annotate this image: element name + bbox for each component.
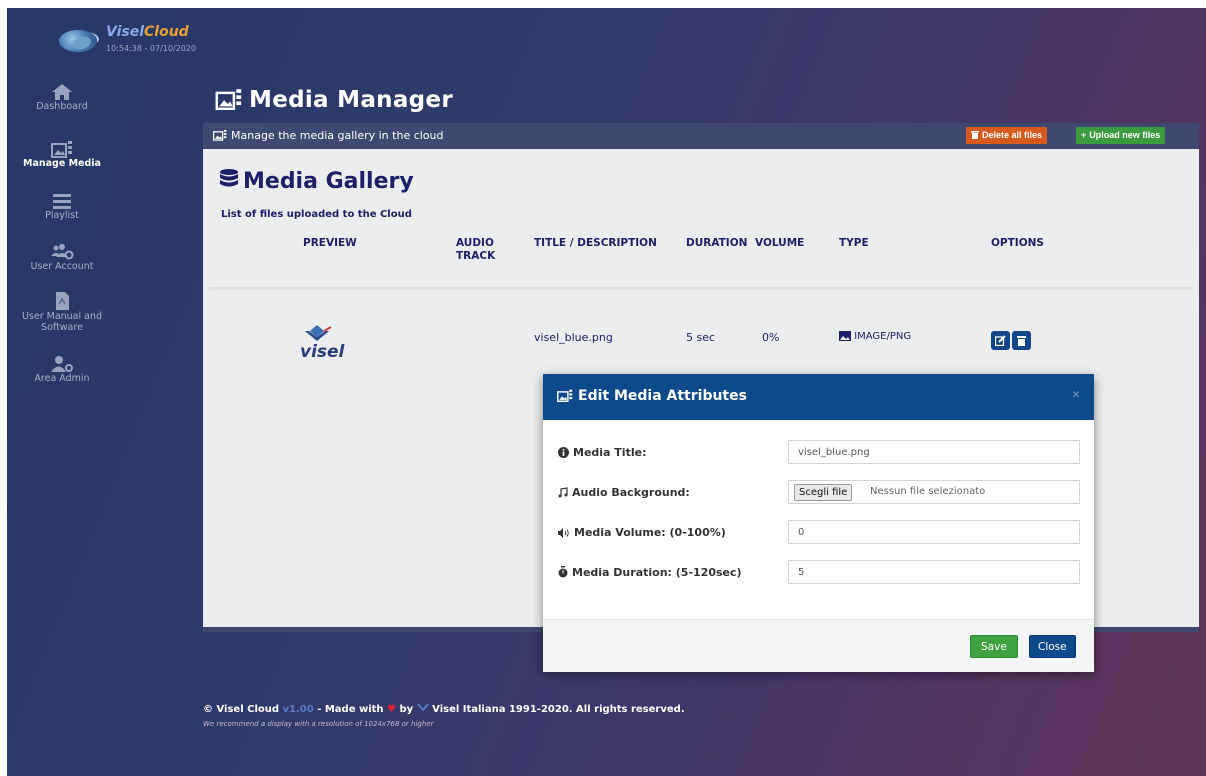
brand-name-part2: Cloud [144, 24, 189, 40]
svg-text:visel: visel [300, 342, 345, 362]
footer-prefix: © Visel Cloud [203, 704, 280, 715]
sidebar-item-user-account[interactable]: User Account [7, 243, 117, 272]
sidebar-item-label: User Account [30, 261, 94, 272]
media-type-cell: IMAGE/PNG [839, 331, 911, 342]
sidebar-item-label: Dashboard [36, 101, 88, 112]
sidebar-item-area-admin[interactable]: Area Admin [7, 355, 117, 384]
gallery-title-text: Media Gallery [243, 169, 414, 194]
footer-company: Visel Italiana 1991-2020. All rights res… [432, 704, 685, 715]
toolbar-description-text: Manage the media gallery in the cloud [231, 129, 444, 142]
media-duration-input[interactable] [788, 560, 1080, 584]
column-header-title: TITLE / DESCRIPTION [534, 237, 657, 249]
edit-media-button[interactable] [991, 331, 1010, 350]
media-type-text: IMAGE/PNG [854, 331, 912, 342]
stopwatch-icon [558, 566, 568, 578]
sidebar-item-label: Area Admin [34, 373, 90, 384]
media-volume-label-text: Media Volume: (0-100%) [574, 526, 726, 539]
table-separator [209, 287, 1193, 291]
music-icon [558, 487, 568, 498]
upload-label: Upload new files [1089, 130, 1161, 140]
sidebar-item-label: User Manual and Software [21, 311, 103, 333]
visel-small-logo [416, 703, 429, 712]
media-icon [51, 141, 72, 158]
close-icon[interactable]: × [1072, 386, 1080, 402]
footer-recommendation: We recommend a display with a resolution… [203, 720, 434, 728]
sidebar-item-manage-media[interactable]: Manage Media [7, 140, 117, 169]
delete-media-button[interactable] [1012, 331, 1031, 350]
edit-media-modal: Edit Media Attributes × Media Title: Aud… [543, 374, 1094, 672]
audio-file-input: Scegli file Nessun file selezionato [788, 480, 1080, 504]
media-title-cell: visel_blue.png [534, 331, 613, 344]
column-header-audio: AUDIO TRACK [456, 237, 496, 262]
column-header-volume: VOLUME [755, 237, 805, 249]
sidebar-item-playlist[interactable]: Playlist [7, 192, 117, 221]
info-icon [558, 447, 569, 458]
media-icon [557, 389, 573, 402]
toolbar-description: Manage the media gallery in the cloud [213, 129, 444, 142]
home-icon [52, 84, 72, 100]
media-thumbnail: visel [295, 323, 346, 363]
media-volume-cell: 0% [762, 331, 780, 344]
file-status-text: Nessun file selezionato [870, 486, 986, 497]
page-title-text: Media Manager [249, 87, 453, 113]
sidebar-item-label: Playlist [45, 210, 79, 221]
sidebar-item-user-manual[interactable]: User Manual and Software [7, 291, 117, 333]
media-duration-label-text: Media Duration: (5-120sec) [572, 566, 742, 579]
column-header-options: OPTIONS [991, 237, 1044, 249]
media-icon [215, 89, 242, 110]
modal-footer: Save Close [543, 619, 1094, 672]
document-icon [56, 292, 69, 310]
trash-icon [971, 131, 979, 139]
modal-title-text: Edit Media Attributes [578, 388, 747, 404]
delete-all-button[interactable]: Delete all files [966, 127, 1048, 144]
footer-version: v1.00 [282, 704, 314, 715]
page-title: Media Manager [215, 87, 453, 113]
sidebar-item-dashboard[interactable]: Dashboard [7, 83, 117, 112]
column-header-preview: PREVIEW [303, 237, 357, 249]
heart-icon: ♥ [387, 704, 396, 715]
plus-icon: + [1081, 130, 1087, 140]
delete-all-label: Delete all files [982, 130, 1043, 140]
column-header-duration: DURATION [686, 237, 748, 249]
visel-logo: visel [300, 325, 346, 362]
gallery-title: Media Gallery [219, 168, 414, 194]
clock: 10:54:38 - 07/10/2020 [106, 44, 197, 53]
upload-button[interactable]: + Upload new files [1076, 127, 1166, 144]
column-header-type: TYPE [839, 237, 869, 249]
audio-background-label: Audio Background: [558, 486, 690, 499]
modal-header: Edit Media Attributes × [543, 374, 1094, 420]
brand-name-part1: Visel [106, 24, 145, 40]
media-title-label: Media Title: [558, 446, 646, 459]
save-button[interactable]: Save [970, 635, 1018, 658]
admin-icon [51, 356, 73, 372]
users-icon [51, 244, 74, 260]
modal-title: Edit Media Attributes [557, 388, 747, 404]
database-icon [220, 169, 238, 187]
close-button[interactable]: Close [1029, 635, 1076, 658]
brand-logo [59, 30, 97, 52]
audio-background-label-text: Audio Background: [572, 486, 690, 499]
media-duration-label: Media Duration: (5-120sec) [558, 566, 742, 579]
toolbar: Manage the media gallery in the cloud De… [203, 123, 1199, 149]
sidebar-item-label: Manage Media [23, 158, 101, 169]
footer-copyright: © Visel Cloud v1.00 - Made with ♥ by Vis… [203, 703, 685, 715]
brand-name: ViselCloud [106, 24, 189, 40]
media-title-input[interactable] [788, 440, 1080, 464]
media-duration-cell: 5 sec [686, 331, 716, 344]
footer-by: by [399, 704, 414, 715]
media-volume-label: Media Volume: (0-100%) [558, 526, 726, 539]
edit-icon [995, 335, 1006, 346]
image-icon [839, 331, 851, 341]
media-volume-input[interactable] [788, 520, 1080, 544]
volume-icon [558, 528, 569, 538]
media-icon [213, 129, 227, 141]
choose-file-button[interactable]: Scegli file [794, 484, 853, 501]
footer-made-with: - Made with [317, 704, 384, 715]
list-icon [53, 194, 71, 209]
trash-icon [1017, 336, 1026, 346]
gallery-subtitle: List of files uploaded to the Cloud [221, 209, 412, 220]
media-title-label-text: Media Title: [573, 446, 647, 459]
